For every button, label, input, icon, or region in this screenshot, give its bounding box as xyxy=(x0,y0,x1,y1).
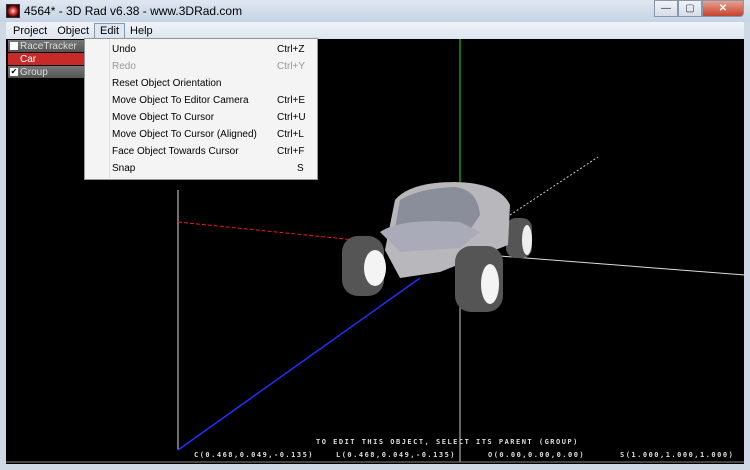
label: Move Object To Cursor xyxy=(112,112,215,123)
shortcut: S xyxy=(297,163,304,174)
menu-item-move-to-cursor[interactable]: Move Object To Cursor Ctrl+U xyxy=(85,109,317,126)
label: Reset Object Orientation xyxy=(112,78,222,89)
shortcut: Ctrl+L xyxy=(277,129,304,140)
menu-item-snap[interactable]: Snap S xyxy=(85,160,317,177)
shortcut: Ctrl+Y xyxy=(277,61,306,72)
tree-item-racetracker[interactable]: RaceTracker xyxy=(8,40,84,52)
label: Snap xyxy=(112,163,136,174)
hud-orientation: O(0.00,0.00,0.00) xyxy=(488,451,586,459)
shortcut: Ctrl+Z xyxy=(277,44,305,55)
menu-item-move-to-camera[interactable]: Move Object To Editor Camera Ctrl+E xyxy=(85,92,317,109)
car-model[interactable] xyxy=(342,182,532,312)
edit-menu-dropdown: Undo Ctrl+Z Redo Ctrl+Y Reset Object Orien… xyxy=(84,38,318,180)
tree-item-car[interactable]: Car xyxy=(8,53,84,65)
tree-label: Car xyxy=(20,53,37,65)
label: Move Object To Editor Camera xyxy=(112,95,249,106)
object-tree: RaceTracker Car ✔ Group xyxy=(8,40,84,79)
label: Move Object To Cursor (Aligned) xyxy=(112,129,257,140)
label: Undo xyxy=(112,44,136,55)
menu-item-reset-orientation[interactable]: Reset Object Orientation xyxy=(85,75,317,92)
tree-label: RaceTracker xyxy=(20,40,77,52)
menu-item-redo[interactable]: Redo Ctrl+Y xyxy=(85,58,317,75)
hud-message: TO EDIT THIS OBJECT, SELECT ITS PARENT (… xyxy=(316,438,579,446)
shortcut: Ctrl+F xyxy=(277,146,305,157)
grid-line xyxy=(499,255,746,276)
menu-item-face-cursor[interactable]: Face Object Towards Cursor Ctrl+F xyxy=(85,143,317,160)
checkbox[interactable]: ✔ xyxy=(10,68,18,76)
label: Redo xyxy=(112,61,136,72)
tree-item-group[interactable]: ✔ Group xyxy=(8,66,84,78)
hud-scale: S(1.000,1.000,1.000) xyxy=(620,451,735,459)
z-axis xyxy=(177,277,421,451)
label: Face Object Towards Cursor xyxy=(112,146,239,157)
checkbox[interactable] xyxy=(10,42,18,50)
shortcut: Ctrl+U xyxy=(277,112,306,123)
x-axis xyxy=(177,221,356,241)
hud-camera-coords: C(0.468,0.049,-0.135) xyxy=(194,451,315,459)
tree-label: Group xyxy=(20,66,48,78)
menu-item-move-to-cursor-aligned[interactable]: Move Object To Cursor (Aligned) Ctrl+L xyxy=(85,126,317,143)
grid-line xyxy=(509,156,599,216)
shortcut: Ctrl+E xyxy=(277,95,306,106)
hud-location-coords: L(0.468,0.049,-0.135) xyxy=(336,451,457,459)
menu-item-undo[interactable]: Undo Ctrl+Z xyxy=(85,41,317,58)
